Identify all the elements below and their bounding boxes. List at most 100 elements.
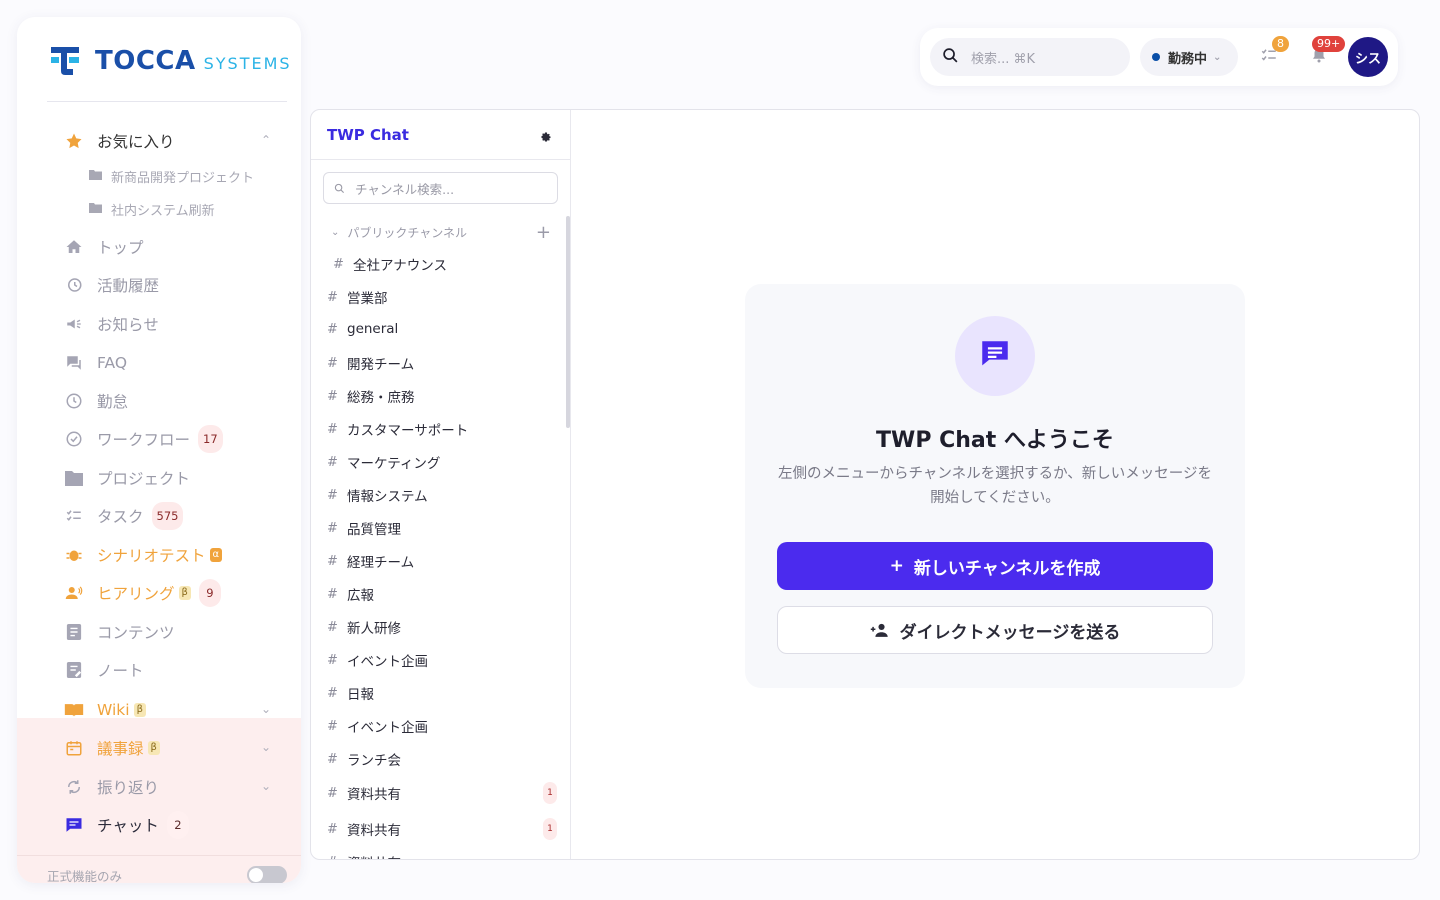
channel-list-scrollbar[interactable] (566, 216, 570, 428)
sidebar-item-chat[interactable]: チャット 2 (63, 811, 189, 839)
channel-name: 資料共有 (347, 852, 401, 859)
home-icon (63, 236, 85, 258)
channel-item[interactable]: # カスタマーサポート (327, 419, 557, 440)
sidebar-item-news[interactable]: お知らせ (63, 310, 159, 338)
sidebar-item-workflow[interactable]: ワークフロー 17 (63, 425, 223, 453)
user-avatar[interactable]: シス (1348, 37, 1388, 77)
tasks-icon (63, 505, 85, 527)
channel-item[interactable]: # 日報 (327, 683, 557, 704)
channel-item[interactable]: # 広報 (327, 584, 557, 605)
hash-icon: # (327, 421, 338, 437)
welcome-icon-circle (955, 316, 1035, 396)
favorites-toggle[interactable]: お気に入り (63, 127, 175, 155)
channel-item[interactable]: # マーケティング (327, 452, 557, 473)
channel-name: 広報 (347, 588, 374, 604)
channel-item[interactable]: # 営業部 (327, 287, 557, 308)
channel-item[interactable]: # 資料共有 1 (327, 818, 557, 840)
channel-item[interactable]: # ランチ会 (327, 749, 557, 770)
search-icon (942, 47, 959, 68)
channel-item[interactable]: # 全社アナウンス (333, 254, 563, 275)
official-only-toggle[interactable] (247, 866, 287, 883)
global-search[interactable]: 検索... ⌘K (930, 38, 1130, 76)
channel-item[interactable]: # 資料共有 (327, 852, 557, 860)
chat-icon (977, 337, 1013, 375)
tasks-count-badge: 575 (151, 502, 184, 530)
sidebar-item-label: 振り返り (97, 779, 160, 797)
hash-icon: # (333, 256, 344, 272)
beta-tag: β (178, 586, 191, 600)
beta-tag: β (133, 703, 146, 717)
favorite-item[interactable]: 新商品開発プロジェクト (89, 167, 254, 186)
hash-icon: # (327, 553, 338, 569)
channel-item[interactable]: # 資料共有 1 (327, 782, 557, 804)
chat-count-badge: 2 (166, 811, 189, 839)
brand-logo[interactable]: TOCCA SYSTEMS (47, 43, 292, 79)
global-search-placeholder: 検索... ⌘K (971, 51, 1036, 67)
channel-item[interactable]: # 新人研修 (327, 617, 557, 638)
channel-item[interactable]: # 情報システム (327, 485, 557, 506)
chevron-down-icon[interactable]: ⌄ (261, 779, 271, 793)
hash-icon: # (327, 321, 338, 337)
channel-item[interactable]: # 経理チーム (327, 551, 557, 572)
sidebar-item-minutes[interactable]: 議事録 β (63, 734, 160, 762)
book-icon (63, 699, 85, 721)
gear-icon[interactable] (540, 128, 554, 142)
sidebar-item-project[interactable]: プロジェクト (63, 464, 190, 492)
search-icon (334, 179, 345, 198)
check-circle-icon (63, 428, 85, 450)
sidebar-item-label: シナリオテスト (97, 547, 206, 565)
sidebar-item-scenario-test[interactable]: シナリオテスト α (63, 541, 223, 569)
channel-name: 品質管理 (347, 522, 401, 538)
tasks-button[interactable]: 8 (1260, 36, 1289, 68)
sidebar-item-label: トップ (97, 239, 144, 257)
chevron-down-icon[interactable]: ⌄ (261, 702, 271, 716)
hash-icon: # (327, 619, 338, 635)
channel-item[interactable]: # 品質管理 (327, 518, 557, 539)
section-label: パブリックチャンネル (347, 226, 468, 240)
hash-icon: # (327, 652, 338, 668)
add-channel-icon[interactable]: + (536, 222, 551, 243)
channel-item[interactable]: # イベント企画 (327, 716, 557, 737)
sidebar-item-attendance[interactable]: 勤怠 (63, 387, 128, 415)
channel-item[interactable]: # イベント企画 (327, 650, 557, 671)
sidebar-item-hearing[interactable]: ヒアリング β 9 (63, 579, 221, 607)
hash-icon: # (327, 487, 338, 503)
faq-icon (63, 352, 85, 374)
favorite-item[interactable]: 社内システム刷新 (89, 200, 215, 219)
sidebar-item-contents[interactable]: コンテンツ (63, 618, 175, 646)
public-channels-section[interactable]: ⌄ パブリックチャンネル + (331, 222, 551, 243)
send-dm-button[interactable]: ダイレクトメッセージを送る (777, 606, 1213, 654)
channel-item[interactable]: # general (327, 321, 557, 337)
notifications-button[interactable]: 99+ (1310, 36, 1346, 68)
favorite-item-label: 社内システム刷新 (111, 204, 215, 219)
notifications-badge: 99+ (1312, 36, 1346, 52)
sidebar-item-tasks[interactable]: タスク 575 (63, 502, 184, 530)
sidebar-item-retrospective[interactable]: 振り返り (63, 773, 159, 801)
channel-name: イベント企画 (347, 720, 428, 736)
channel-search-input[interactable]: チャンネル検索... (323, 172, 558, 204)
sidebar-item-history[interactable]: 活動履歴 (63, 271, 159, 299)
chevron-up-icon[interactable]: ⌃ (261, 133, 271, 147)
channel-item[interactable]: # 開発チーム (327, 353, 557, 374)
create-channel-button[interactable]: + 新しいチャンネルを作成 (777, 542, 1213, 590)
hash-icon: # (327, 785, 338, 801)
chevron-down-icon[interactable]: ⌄ (261, 740, 271, 754)
channel-name: カスタマーサポート (347, 423, 469, 439)
sidebar-item-faq[interactable]: FAQ (63, 349, 127, 377)
hash-icon: # (327, 718, 338, 734)
unread-count-badge: 1 (543, 782, 557, 804)
bug-icon (63, 544, 85, 566)
chevron-down-icon: ⌄ (331, 227, 340, 238)
sidebar-item-wiki[interactable]: Wiki β (63, 696, 146, 724)
sidebar-item-top[interactable]: トップ (63, 233, 144, 261)
sidebar-item-note[interactable]: ノート (63, 656, 144, 684)
refresh-icon (63, 776, 85, 798)
sidebar: TOCCA SYSTEMS お気に入り ⌃ 新商品開発プロジェクト 社内システム… (17, 17, 301, 883)
channel-item[interactable]: # 総務・庶務 (327, 386, 557, 407)
note-icon (63, 659, 85, 681)
work-status-select[interactable]: 勤務中 ⌄ (1140, 38, 1238, 76)
hash-icon: # (327, 355, 338, 371)
channel-name: 総務・庶務 (347, 390, 415, 406)
sidebar-item-label: Wiki (97, 701, 130, 719)
channel-search-placeholder: チャンネル検索... (355, 181, 455, 197)
